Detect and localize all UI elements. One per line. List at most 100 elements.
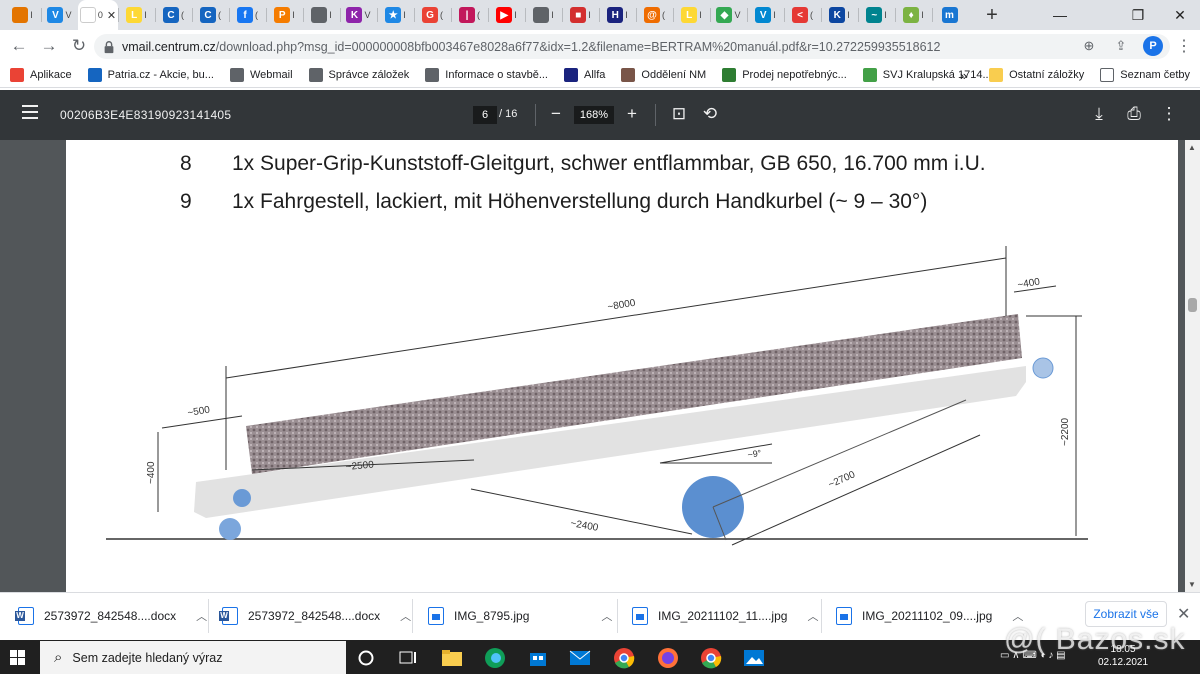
browser-tab[interactable]: C( — [192, 0, 229, 30]
chrome-icon[interactable] — [610, 644, 638, 672]
tab-favicon-icon: V — [47, 7, 64, 23]
scroll-up-icon[interactable]: ▲ — [1188, 143, 1196, 152]
back-icon[interactable]: ← — [4, 31, 34, 61]
other-bookmarks[interactable]: Ostatní záložky — [989, 68, 1084, 82]
new-tab-button[interactable]: + — [977, 0, 1007, 30]
browser-tab[interactable]: ▶ I — [488, 0, 525, 30]
pdf-menu-icon[interactable] — [22, 105, 38, 123]
zoom-icon[interactable]: ⊕ — [1080, 36, 1098, 56]
store-icon[interactable] — [524, 644, 552, 672]
browser-tab[interactable]: I — [525, 0, 562, 30]
download-icon[interactable]: ⤓ — [1088, 104, 1110, 124]
tab-label: I — [625, 10, 628, 20]
browser-tab[interactable]: G( — [414, 0, 451, 30]
reload-icon[interactable]: ↻ — [64, 31, 94, 61]
bookmark-item[interactable]: Patria.cz - Akcie, bu... — [87, 67, 214, 82]
download-item[interactable]: 2573972_842548....docx ︿ — [219, 593, 411, 639]
toolbar-divider — [535, 104, 536, 126]
browser-tab[interactable]: ~ I — [858, 0, 895, 30]
task-view-icon[interactable] — [394, 644, 422, 672]
rotate-icon[interactable]: ⟲ — [699, 104, 721, 124]
dimension-label: ~8000 — [607, 298, 637, 313]
browser-tab[interactable]: VI — [747, 0, 784, 30]
print-icon[interactable]: ⎙ — [1123, 104, 1145, 124]
windows-start-icon[interactable] — [10, 650, 26, 666]
browser-menu-icon[interactable]: ⋮ — [1176, 36, 1192, 56]
browser-tab[interactable]: ★ I — [377, 0, 414, 30]
bookmark-item[interactable]: Správce záložek — [308, 67, 409, 82]
browser-tab[interactable]: ♦ I — [895, 0, 932, 30]
close-window-icon[interactable]: ✕ — [1160, 0, 1200, 30]
fit-page-icon[interactable]: ⊡ — [668, 104, 690, 124]
scroll-down-icon[interactable]: ▼ — [1188, 580, 1196, 589]
forward-icon[interactable]: → — [34, 31, 64, 61]
bookmarks-overflow-icon[interactable]: » — [960, 68, 967, 83]
browser-tab[interactable]: PI — [266, 0, 303, 30]
bookmark-item[interactable]: Oddělení NM — [621, 67, 706, 82]
zoom-out-icon[interactable]: − — [545, 104, 567, 124]
address-bar[interactable]: vmail.centrum.cz/download.php?msg_id=000… — [94, 34, 1170, 59]
bookmark-item[interactable]: Allfa — [563, 67, 605, 82]
bookmark-item[interactable]: Webmail — [229, 67, 293, 82]
browser-tab[interactable]: 0 ✕ — [78, 0, 118, 30]
page-number-input[interactable]: 6 — [473, 106, 497, 124]
taskbar-search[interactable]: ⌕ Sem zadejte hledaný výraz — [40, 641, 346, 674]
browser-tab[interactable]: ◆ V — [710, 0, 747, 30]
cortana-icon[interactable] — [352, 644, 380, 672]
divider — [208, 599, 209, 633]
bookmark-item[interactable]: Informace o stavbě... — [425, 67, 548, 82]
lock-icon — [104, 40, 114, 53]
close-tab-icon[interactable]: ✕ — [107, 9, 116, 22]
chevron-up-icon[interactable]: ︿ — [196, 608, 207, 624]
profile-avatar[interactable]: P — [1143, 36, 1163, 56]
bookmark-item[interactable]: Prodej nepotřebnýc... — [722, 67, 847, 82]
browser-tab[interactable]: VV — [41, 0, 78, 30]
tab-list: I V V 0 ✕ L I C(C(f(P I I K V ★ I G(|(▶ I I ■ I H I @(L I ◆ V V I <… — [4, 0, 969, 30]
browser-tab[interactable]: m — [932, 0, 969, 30]
tab-favicon-icon: C — [163, 7, 179, 23]
browser-tab[interactable]: |( — [451, 0, 488, 30]
firefox-icon[interactable] — [654, 644, 682, 672]
browser-tab[interactable]: I — [4, 0, 41, 30]
download-item[interactable]: IMG_20211102_09....jpg ︿ — [836, 593, 1023, 639]
browser-tab[interactable]: HI — [599, 0, 636, 30]
chevron-up-icon[interactable]: ︿ — [1012, 608, 1023, 624]
browser-tab[interactable]: KV — [340, 0, 377, 30]
download-item[interactable]: 2573972_842548....docx ︿ — [15, 593, 207, 639]
browser-tab[interactable]: f( — [229, 0, 266, 30]
tab-favicon-icon — [311, 7, 328, 23]
zoom-in-icon[interactable]: + — [621, 104, 643, 124]
tab-favicon-icon: H — [607, 7, 624, 23]
zoom-level-input[interactable]: 168% — [574, 106, 614, 124]
share-icon[interactable]: ⇪ — [1112, 36, 1130, 56]
maximize-icon[interactable]: ❐ — [1118, 0, 1158, 30]
chrome-profile-icon[interactable] — [697, 644, 725, 672]
browser-tab[interactable]: <( — [784, 0, 821, 30]
browser-tab[interactable]: ■ I — [562, 0, 599, 30]
chevron-up-icon[interactable]: ︿ — [400, 608, 411, 624]
browser-tab[interactable]: KI — [821, 0, 858, 30]
mail-icon[interactable] — [566, 644, 594, 672]
download-item[interactable]: IMG_20211102_11....jpg ︿ — [632, 593, 818, 639]
search-icon: ⌕ — [54, 649, 63, 666]
browser-tab[interactable]: LI — [118, 0, 155, 30]
tab-label: V — [364, 10, 371, 20]
pdf-scrollbar[interactable] — [1185, 140, 1200, 592]
download-item[interactable]: IMG_8795.jpg ︿ — [428, 593, 612, 639]
chevron-up-icon[interactable]: ︿ — [601, 608, 612, 624]
edge-icon[interactable] — [481, 644, 509, 672]
bookmarks-bar: Aplikace Patria.cz - Akcie, bu... Webmail S… — [0, 62, 1200, 88]
reading-list[interactable]: Seznam četby — [1100, 68, 1190, 82]
minimize-icon[interactable]: — — [1040, 0, 1080, 30]
browser-tab[interactable]: @( — [636, 0, 673, 30]
browser-tab[interactable]: LI — [673, 0, 710, 30]
file-explorer-icon[interactable] — [438, 644, 466, 672]
close-shelf-icon[interactable]: ✕ — [1177, 604, 1190, 624]
browser-tab[interactable]: C( — [155, 0, 192, 30]
chevron-up-icon[interactable]: ︿ — [807, 608, 818, 624]
photos-icon[interactable] — [740, 644, 768, 672]
bookmark-item[interactable]: Aplikace — [10, 67, 72, 82]
scroll-thumb[interactable] — [1188, 298, 1197, 312]
browser-tab[interactable]: I — [303, 0, 340, 30]
pdf-more-icon[interactable]: ⋮ — [1158, 104, 1180, 124]
